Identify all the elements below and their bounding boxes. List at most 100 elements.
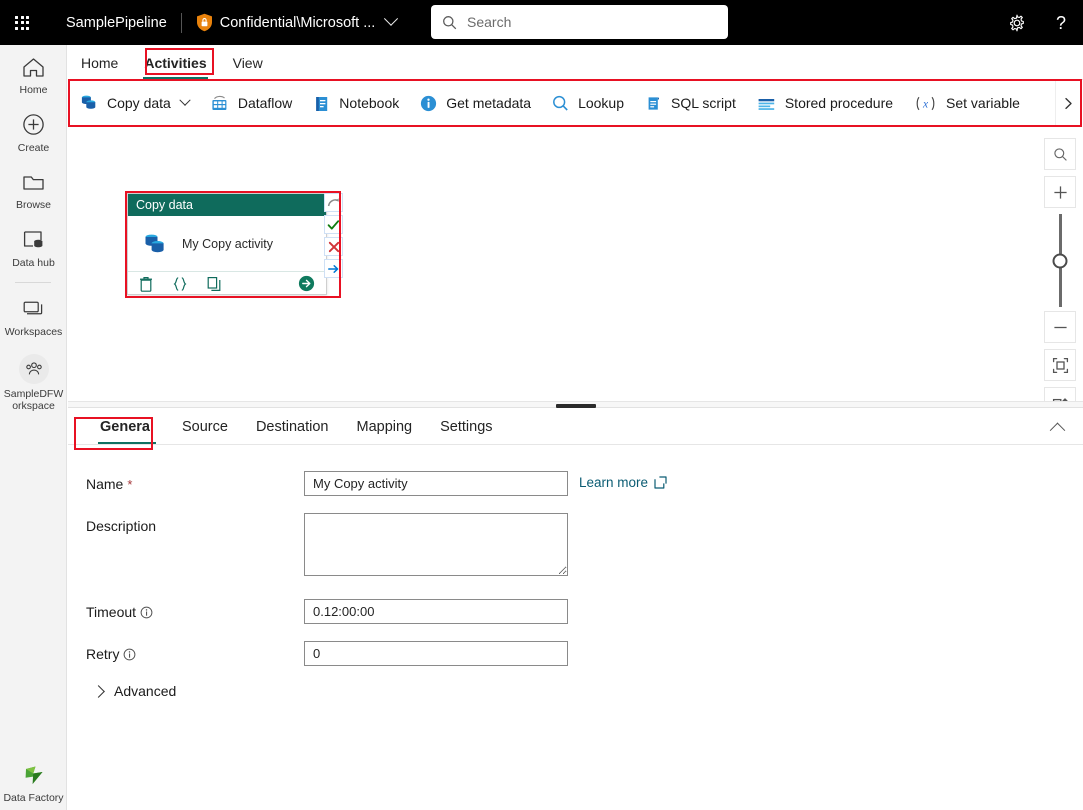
name-label-text: Name <box>86 476 124 492</box>
toolbar-label: Stored procedure <box>784 95 894 111</box>
general-form: Name * Learn more Description Timeout <box>68 445 1083 699</box>
pipeline-canvas[interactable]: Copy data My Copy activity <box>68 127 1083 401</box>
sidebar-item-data-factory[interactable]: Data Factory <box>0 762 67 805</box>
slider-handle-icon[interactable] <box>1052 253 1068 268</box>
delete-icon[interactable] <box>139 276 153 292</box>
retry-label-text: Retry <box>86 646 120 662</box>
advanced-label: Advanced <box>114 683 177 699</box>
connector-skipped[interactable] <box>324 193 343 212</box>
pipeline-name[interactable]: SamplePipeline <box>66 15 167 31</box>
name-label: Name * <box>86 471 304 492</box>
toolbar-get-metadata[interactable]: Get metadata <box>409 81 541 125</box>
toolbar-set-variable[interactable]: x Set variable <box>903 81 1030 125</box>
connector-on-success[interactable] <box>324 215 343 234</box>
data-factory-icon <box>20 762 48 788</box>
retry-input[interactable] <box>304 641 568 666</box>
field-row-timeout: Timeout <box>86 599 1083 624</box>
canvas-zoom-in-button[interactable] <box>1044 176 1076 208</box>
learn-more-text: Learn more <box>579 475 649 490</box>
sidebar-item-workspace-current[interactable]: SampleDFWorkspace <box>0 345 67 419</box>
canvas-fit-to-screen-button[interactable] <box>1044 349 1076 381</box>
toolbar-copy-data[interactable]: Copy data <box>68 81 199 125</box>
toolbar-overflow-button[interactable] <box>1055 81 1081 125</box>
sidebar-item-create[interactable]: Create <box>0 103 67 161</box>
sidebar-label: Data Factory <box>3 791 64 804</box>
canvas-zoom-slider[interactable] <box>1052 214 1068 307</box>
settings-button[interactable] <box>995 0 1039 45</box>
help-button[interactable]: ? <box>1039 0 1083 45</box>
activity-name-text: My Copy activity <box>182 236 273 251</box>
sensitivity-label-button[interactable]: Confidential\Microsoft ... <box>196 13 375 32</box>
canvas-zoom-search-button[interactable] <box>1044 138 1076 170</box>
question-mark-icon: ? <box>1055 12 1066 33</box>
header-divider <box>180 12 182 33</box>
toolbar-sql-script[interactable]: SQL script <box>634 81 746 125</box>
chevron-down-icon[interactable] <box>179 94 191 106</box>
sidebar-item-browse[interactable]: Browse <box>0 160 67 218</box>
sidebar-item-home[interactable]: Home <box>0 45 67 103</box>
app-launcher-button[interactable] <box>0 0 44 45</box>
tab-general[interactable]: General <box>86 409 168 444</box>
tab-settings[interactable]: Settings <box>426 409 506 444</box>
gear-icon <box>1010 14 1024 31</box>
search-input[interactable] <box>465 13 717 31</box>
tab-home[interactable]: Home <box>68 46 131 79</box>
activity-card-copy-data[interactable]: Copy data My Copy activity <box>127 193 327 295</box>
toolbar-notebook[interactable]: Notebook <box>302 81 409 125</box>
field-row-retry: Retry <box>86 641 1083 666</box>
connector-on-failure[interactable] <box>324 237 343 256</box>
folder-icon <box>22 169 45 195</box>
field-row-name: Name * Learn more <box>86 471 1083 496</box>
fit-screen-icon <box>1052 357 1068 373</box>
sidebar-label: Browse <box>15 199 51 211</box>
activity-connectors <box>324 193 345 278</box>
panel-splitter[interactable] <box>68 401 1083 408</box>
info-icon[interactable] <box>140 606 153 619</box>
description-textarea[interactable] <box>304 513 568 576</box>
chevron-down-icon[interactable] <box>384 11 399 26</box>
tab-activities[interactable]: Activities <box>131 46 219 79</box>
canvas-zoom-out-button[interactable] <box>1044 311 1076 343</box>
info-circle-icon <box>421 95 437 111</box>
sidebar-item-data-hub[interactable]: Data hub <box>0 218 67 276</box>
sidebar-divider <box>15 282 51 283</box>
search-box[interactable] <box>431 5 728 39</box>
learn-more-link[interactable]: Learn more <box>579 471 667 490</box>
toolbar-label: Copy data <box>107 95 171 111</box>
name-input[interactable] <box>304 471 568 496</box>
toolbar-lookup[interactable]: Lookup <box>541 81 634 125</box>
shield-lock-icon <box>196 13 212 32</box>
waffle-icon <box>15 15 29 30</box>
canvas-auto-align-button[interactable] <box>1044 387 1076 401</box>
tab-destination[interactable]: Destination <box>242 409 343 444</box>
tab-view[interactable]: View <box>220 46 276 79</box>
people-group-icon <box>18 353 49 384</box>
tab-mapping[interactable]: Mapping <box>343 409 427 444</box>
duplicate-icon[interactable] <box>207 276 222 292</box>
toolbar-label: SQL script <box>671 95 736 111</box>
header-actions: ? <box>995 0 1083 45</box>
connector-on-completion[interactable] <box>324 259 343 278</box>
plus-circle-icon <box>22 112 45 138</box>
advanced-section-toggle[interactable]: Advanced <box>92 683 244 699</box>
svg-text:x: x <box>922 98 929 110</box>
info-icon[interactable] <box>123 648 136 661</box>
run-icon[interactable] <box>298 275 315 292</box>
data-hub-icon <box>22 227 45 253</box>
collapse-panel-button[interactable] <box>1043 415 1071 439</box>
cross-icon <box>328 241 339 252</box>
timeout-input[interactable] <box>304 599 568 624</box>
sidebar-label: Home <box>19 84 48 96</box>
retry-label: Retry <box>86 641 304 662</box>
sidebar-item-workspaces[interactable]: Workspaces <box>0 287 67 345</box>
toolbar-dataflow[interactable]: Dataflow <box>199 81 302 125</box>
toolbar-stored-procedure[interactable]: Stored procedure <box>746 81 903 125</box>
required-marker: * <box>127 476 133 492</box>
braces-icon[interactable] <box>172 276 188 292</box>
chevron-right-icon <box>1065 97 1072 109</box>
toolbar-label: Get metadata <box>446 95 532 111</box>
sql-script-icon <box>648 96 659 110</box>
tab-source[interactable]: Source <box>168 409 242 444</box>
magnifier-icon <box>553 95 568 111</box>
sidebar: Home Create Browse Data hub Workspaces S… <box>0 45 67 810</box>
